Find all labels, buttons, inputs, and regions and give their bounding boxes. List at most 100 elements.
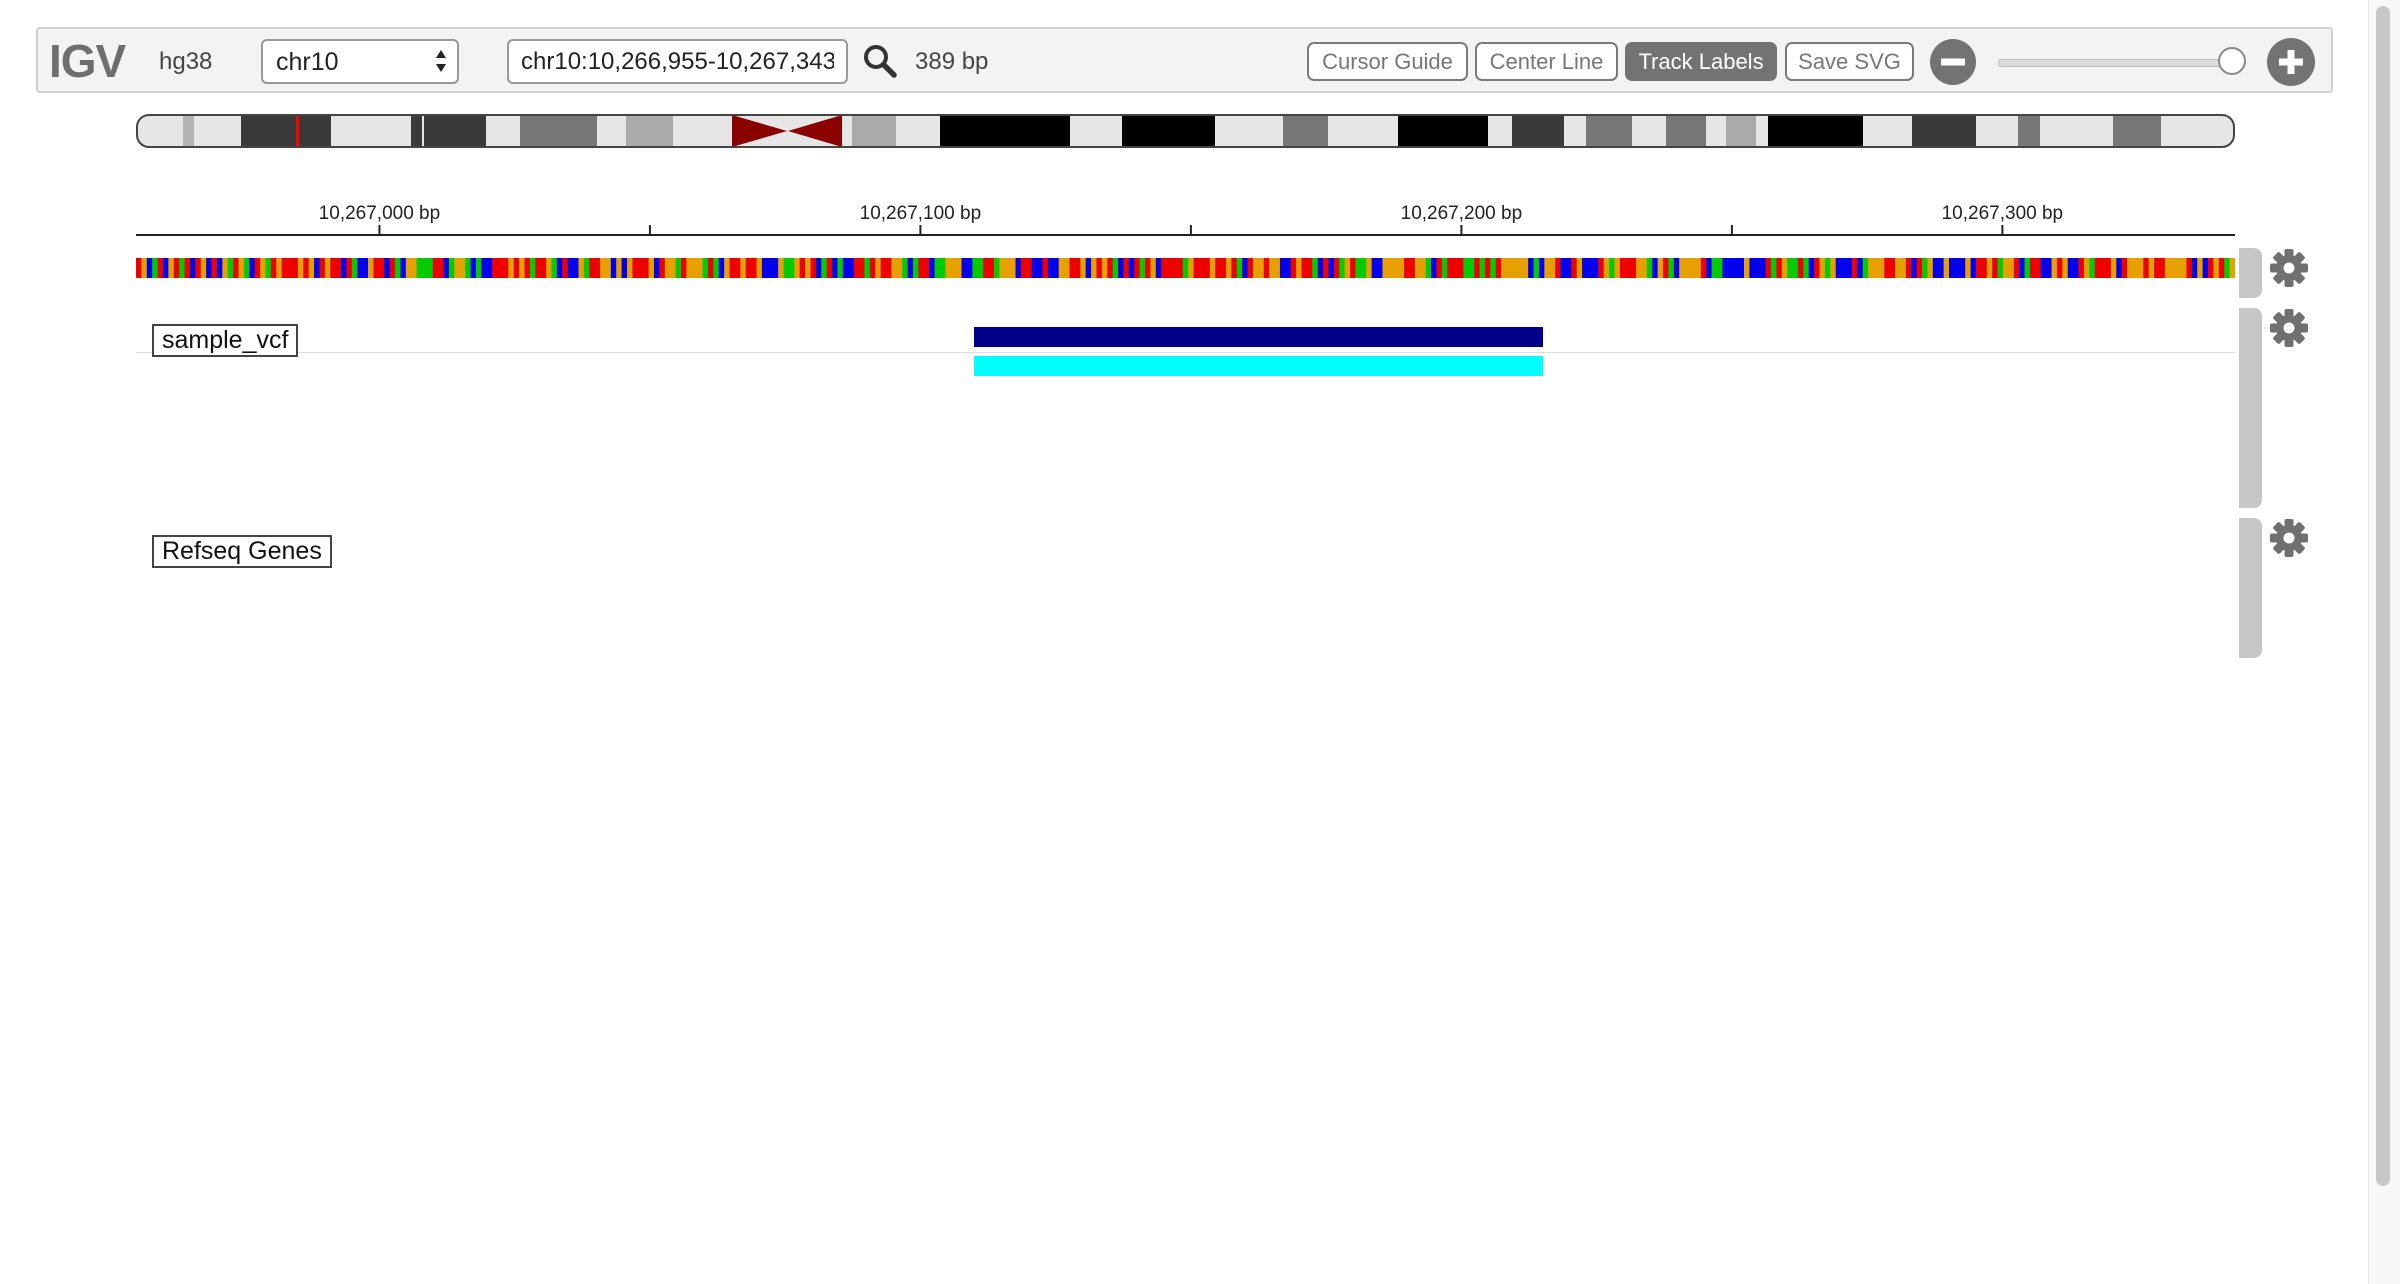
sequence-base [1609,258,1615,278]
sequence-base [184,258,191,278]
sequence-base [1706,258,1712,278]
sequence-base [1420,258,1427,278]
sequence-base [1506,258,1513,278]
sequence-base [724,258,730,278]
sequence-base [556,258,563,278]
sequence-base [702,258,709,278]
sample-vcf-drag-handle[interactable] [2239,308,2262,508]
sequence-base [427,258,434,278]
sequence-base [1107,258,1114,278]
sequence-base [1414,258,1421,278]
sequence-base [983,258,989,278]
minus-circle-icon[interactable] [1929,38,1977,86]
sequence-base [1760,258,1766,278]
vcf-genotype-bar[interactable] [974,356,1543,376]
sequence-base [783,258,790,278]
sequence-base [260,258,266,278]
sequence-base [1096,258,1103,278]
gear-icon[interactable] [2269,248,2309,288]
refseq-genes-drag-handle[interactable] [2239,518,2262,658]
sequence-base [551,258,558,278]
sequence-base [1895,258,1901,278]
sequence-base [1814,258,1820,278]
sequence-base [859,258,865,278]
sequence-base [152,258,158,278]
sequence-base [249,258,256,278]
track-labels-button[interactable]: Track Labels [1625,42,1777,81]
zoom-slider[interactable] [1998,59,2240,67]
zoom-slider-thumb[interactable] [2218,47,2246,75]
sequence-base [610,258,617,278]
sequence-base [189,258,196,278]
sequence-base [2083,258,2090,278]
sequence-base [1258,258,1265,278]
sequence-base [481,258,488,278]
sequence-base [297,258,304,278]
center-line-button[interactable]: Center Line [1475,42,1618,81]
cursor-guide-button[interactable]: Cursor Guide [1307,42,1468,81]
sequence-base [346,258,353,278]
vertical-scrollbar-thumb[interactable] [2376,6,2390,1186]
sequence-base [281,258,288,278]
sequence-base [1436,258,1443,278]
sequence-base [1312,258,1319,278]
sequence-base [1377,258,1383,278]
plus-circle-icon[interactable] [2266,37,2316,87]
sequence-base [562,258,569,278]
sequence-base [421,258,428,278]
sequence-base [1808,258,1815,278]
gear-icon[interactable] [2269,518,2309,558]
sequence-base [432,258,439,278]
sequence-base [1198,258,1205,278]
sequence-base [1511,258,1518,278]
sequence-base [1754,258,1761,278]
sequence-base [2132,258,2139,278]
sequence-base [1663,258,1669,278]
gear-icon[interactable] [2269,308,2309,348]
sequence-base [2029,258,2036,278]
sequence-base [1306,258,1313,278]
sequence-base [227,258,234,278]
sequence-base [583,258,590,278]
sequence-base [1118,258,1124,278]
sequence-base [767,258,774,278]
sequence-base [2035,258,2042,278]
sequence-base [1727,258,1734,278]
sequence-base [956,258,962,278]
sequence-base [465,258,471,278]
save-svg-button[interactable]: Save SVG [1785,42,1914,81]
sequence-base [1571,258,1578,278]
sequence-base [1603,258,1610,278]
sequence-base [157,258,164,278]
sequence-base [2148,258,2155,278]
genome-label[interactable]: hg38 [159,48,212,76]
sequence-base [2175,258,2182,278]
locus-search-input[interactable] [507,39,848,84]
sequence-track[interactable] [136,258,2235,278]
sequence-base [1954,258,1961,278]
sequence-base [1333,258,1340,278]
sequence-base [1549,258,1556,278]
igv-logo: IGV [49,35,126,87]
sequence-base [594,258,601,278]
sequence-base [1447,258,1453,278]
sequence-base [475,258,482,278]
sequence-base [961,258,968,278]
sequence-base [680,258,687,278]
sequence-base [1619,258,1626,278]
sequence-base [2197,258,2204,278]
sequence-base [1560,258,1567,278]
sequence-track-drag-handle[interactable] [2239,248,2262,298]
sequence-base [1474,258,1480,278]
sequence-base [1058,258,1065,278]
sequence-base [1657,258,1664,278]
search-icon[interactable] [862,43,898,79]
sequence-base [308,258,315,278]
sequence-base [1080,258,1087,278]
sequence-base [1382,258,1389,278]
sequence-base [1981,258,1988,278]
sequence-base [2181,258,2187,278]
vcf-variant-bar[interactable] [974,327,1543,347]
chromosome-ideogram[interactable] [136,114,2235,148]
sequence-base [718,258,725,278]
